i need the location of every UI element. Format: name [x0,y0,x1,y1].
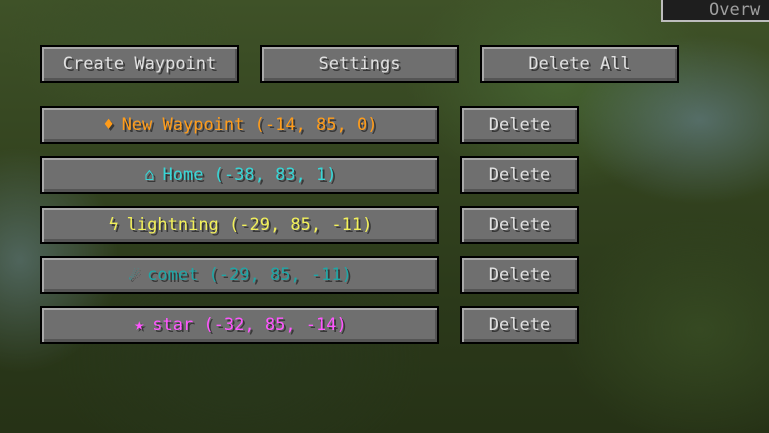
waypoint-button[interactable]: ★ star (-32, 85, -14) [40,306,439,344]
settings-button[interactable]: Settings [260,45,459,83]
delete-label: Delete [488,165,551,185]
dimension-tab-label: Overw [709,0,761,20]
waypoint-button[interactable]: ☄ comet (-29, 85, -11) [40,256,439,294]
waypoint-label: lightning (-29, 85, -11) [126,215,373,235]
waypoint-label: comet (-29, 85, -11) [147,265,352,285]
create-waypoint-label: Create Waypoint [62,54,217,74]
home-icon: ⌂ [144,165,155,185]
waypoint-label-wrap: ★ star (-32, 85, -14) [132,315,347,335]
waypoint-label-wrap: ☄ comet (-29, 85, -11) [127,265,352,285]
create-waypoint-button[interactable]: Create Waypoint [40,45,239,83]
delete-waypoint-button[interactable]: Delete [460,206,579,244]
star-icon: ★ [134,315,145,335]
waypoint-label: Home (-38, 83, 1) [162,165,337,185]
delete-label: Delete [488,265,551,285]
delete-all-button[interactable]: Delete All [480,45,679,83]
waypoint-label-wrap: ♦ New Waypoint (-14, 85, 0) [102,115,378,135]
settings-label: Settings [318,54,401,74]
waypoint-label: New Waypoint (-14, 85, 0) [121,115,378,135]
delete-label: Delete [488,315,551,335]
waypoint-label: star (-32, 85, -14) [152,315,347,335]
waypoint-label-wrap: ϟ lightning (-29, 85, -11) [107,215,373,235]
delete-label: Delete [488,215,551,235]
delete-label: Delete [488,115,551,135]
dimension-tab[interactable]: Overw [661,0,769,22]
diamond-icon: ♦ [103,115,114,135]
delete-waypoint-button[interactable]: Delete [460,106,579,144]
waypoint-button[interactable]: ♦ New Waypoint (-14, 85, 0) [40,106,439,144]
delete-waypoint-button[interactable]: Delete [460,156,579,194]
delete-all-label: Delete All [528,54,631,74]
waypoint-button[interactable]: ⌂ Home (-38, 83, 1) [40,156,439,194]
waypoint-label-wrap: ⌂ Home (-38, 83, 1) [143,165,337,185]
waypoint-button[interactable]: ϟ lightning (-29, 85, -11) [40,206,439,244]
comet-icon: ☄ [129,265,140,285]
delete-waypoint-button[interactable]: Delete [460,256,579,294]
delete-waypoint-button[interactable]: Delete [460,306,579,344]
lightning-icon: ϟ [108,215,119,235]
